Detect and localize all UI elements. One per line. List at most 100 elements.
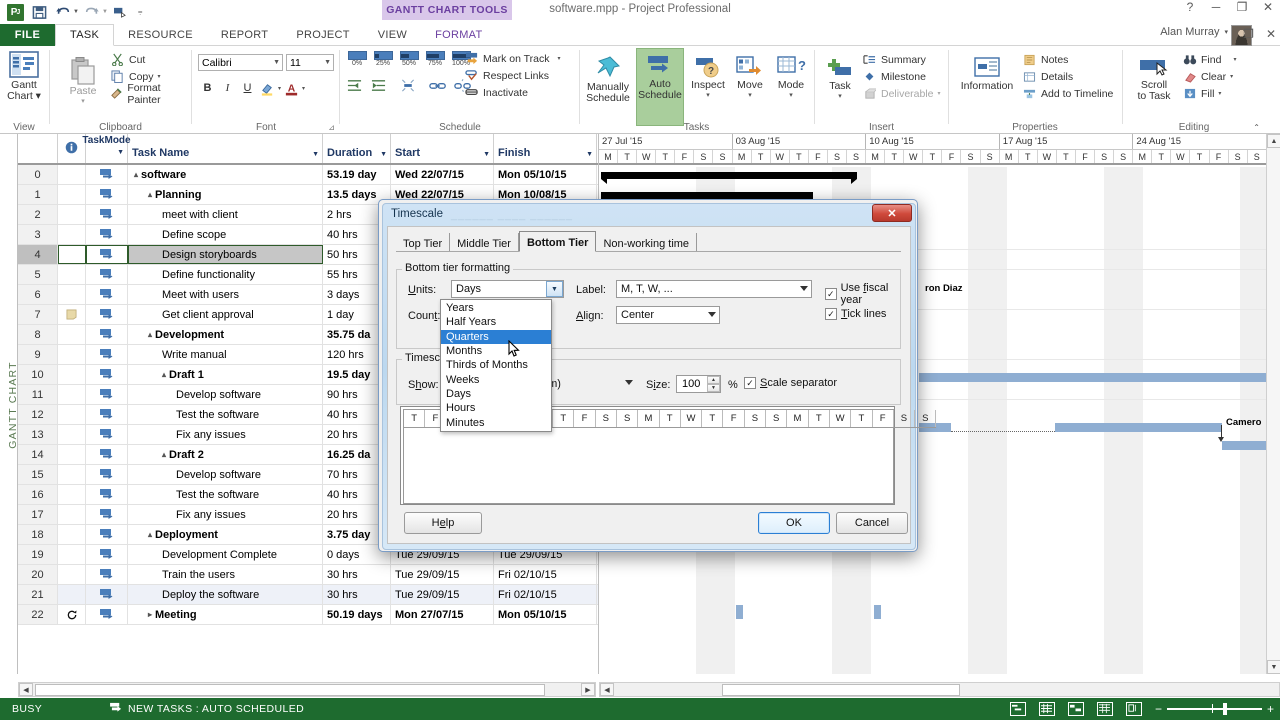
row-task-name[interactable]: Development Complete (128, 545, 323, 564)
deliverable-button[interactable]: Deliverable ▾ (862, 85, 941, 102)
scroll-to-task-button[interactable]: Scroll to Task (1130, 52, 1178, 102)
scale-separator-checkbox[interactable]: ✓ Scale separator (744, 377, 837, 389)
cut-button[interactable]: Cut (110, 51, 189, 68)
collapse-ribbon-icon[interactable]: ⌃ (1253, 123, 1260, 132)
row-task-mode[interactable] (86, 405, 128, 424)
hscroll-thumb[interactable] (35, 683, 545, 696)
row-finish[interactable]: Fri 02/10/15 (494, 565, 597, 584)
window-controls-doc[interactable]: ❐ ✕ (1243, 27, 1276, 41)
units-option[interactable]: Quarters (441, 329, 551, 344)
row-indicator[interactable] (58, 285, 86, 304)
font-size-combo[interactable]: 11 ▼ (286, 54, 334, 71)
collapse-icon[interactable] (400, 78, 416, 96)
row-id[interactable]: 15 (18, 465, 58, 484)
row-task-name[interactable]: ▴ software (128, 165, 323, 184)
recurring-bar-1[interactable] (736, 605, 743, 619)
table-row[interactable]: 21 Deploy the software 30 hrs Tue 29/09/15 F… (18, 585, 598, 605)
row-task-name[interactable]: Train the users (128, 565, 323, 584)
row-indicator[interactable] (58, 605, 86, 624)
row-task-name[interactable]: Deploy the software (128, 585, 323, 604)
row-task-mode[interactable] (86, 165, 128, 184)
row-task-mode[interactable] (86, 485, 128, 504)
row-start[interactable]: Wed 22/07/15 (391, 165, 494, 184)
inspect-button[interactable]: ? Inspect ▾ (687, 50, 729, 99)
row-task-mode[interactable] (86, 245, 128, 264)
window-controls-top[interactable]: ? ─ ❐ ✕ (1182, 0, 1276, 14)
pct-75-button[interactable]: 75% (424, 51, 446, 67)
cancel-button[interactable]: Cancel (836, 512, 908, 534)
row-task-mode[interactable] (86, 305, 128, 324)
size-spin-buttons[interactable]: ▲ ▼ (707, 376, 720, 392)
th-duration[interactable]: Duration ▼ (323, 134, 391, 163)
pct-0-button[interactable]: 0% (346, 51, 368, 67)
row-id[interactable]: 11 (18, 385, 58, 404)
pct-25-button[interactable]: 25% (372, 51, 394, 67)
zoom-slider[interactable]: − + (1155, 702, 1274, 716)
row-start[interactable]: Mon 27/07/15 (391, 605, 494, 624)
close-doc-icon[interactable]: ✕ (1266, 27, 1276, 41)
row-duration[interactable]: 30 hrs (323, 585, 391, 604)
task-usage-icon[interactable] (1038, 702, 1055, 716)
row-task-name[interactable]: Get client approval (128, 305, 323, 324)
tab-file[interactable]: FILE (0, 24, 55, 46)
gantt-hscrollbar[interactable]: ◀ (599, 682, 1280, 697)
row-task-mode[interactable] (86, 565, 128, 584)
row-indicator[interactable] (58, 325, 86, 344)
row-id[interactable]: 14 (18, 445, 58, 464)
tick-lines-checkbox[interactable]: ✓ Tick lines (825, 308, 886, 320)
units-option[interactable]: Weeks (441, 372, 551, 386)
row-task-mode[interactable] (86, 225, 128, 244)
th-finish[interactable]: Finish ▼ (494, 134, 597, 163)
align-dropdown-icon[interactable] (708, 312, 716, 317)
link-tasks-icon[interactable] (429, 78, 447, 96)
outline-toggle-icon[interactable]: ▸ (148, 610, 152, 619)
mark-on-track-button[interactable]: Mark on Track ▾ (464, 50, 561, 67)
tab-project[interactable]: PROJECT (282, 24, 363, 46)
row-indicator[interactable] (58, 165, 86, 184)
summary-bar-software[interactable] (601, 172, 857, 184)
label-dropdown-icon[interactable] (800, 286, 808, 291)
row-id[interactable]: 6 (18, 285, 58, 304)
row-task-name[interactable]: Write manual (128, 345, 323, 364)
row-task-name[interactable]: Develop software (128, 385, 323, 404)
manually-schedule-button[interactable]: Manually Schedule (582, 50, 634, 104)
row-indicator[interactable] (58, 405, 86, 424)
task-bar-a[interactable] (919, 373, 1267, 382)
table-row[interactable]: 0 ▴ software 53.19 day Wed 22/07/15 Mon 05/10… (18, 165, 598, 185)
row-id[interactable]: 9 (18, 345, 58, 364)
table-row[interactable]: 22 ▸ Meeting 50.19 days Mon 27/07/15 Mon 05/1… (18, 605, 598, 625)
scroll-up-arrow[interactable]: ▲ (1267, 134, 1280, 148)
outline-toggle-icon[interactable]: ▴ (148, 190, 152, 199)
row-indicator[interactable] (58, 265, 86, 284)
highlight-dropdown-icon[interactable]: ▾ (278, 85, 281, 92)
row-start[interactable]: Tue 29/09/15 (391, 565, 494, 584)
row-task-mode[interactable] (86, 265, 128, 284)
custom-toolbar-icon[interactable] (110, 1, 132, 23)
units-dropdown-list[interactable]: Years Half Years Quarters Months Thirds of M… (440, 299, 552, 432)
zoom-thumb[interactable] (1222, 703, 1227, 716)
row-indicator[interactable] (58, 485, 86, 504)
row-task-name[interactable]: Define functionality (128, 265, 323, 284)
outline-toggle-icon[interactable]: ▴ (148, 530, 152, 539)
size-spin-down[interactable]: ▼ (707, 384, 720, 392)
row-task-name[interactable]: Test the software (128, 405, 323, 424)
size-spinner[interactable]: 100 ▲ ▼ (676, 375, 721, 393)
hscroll-left-arrow[interactable]: ◀ (19, 683, 33, 696)
units-option[interactable]: Months (441, 344, 551, 358)
dialog-close-button[interactable]: ✕ (872, 204, 912, 222)
row-task-name[interactable]: Develop software (128, 465, 323, 484)
units-option[interactable]: Minutes (441, 415, 551, 429)
units-dropdown-icon[interactable]: ▼ (546, 281, 563, 297)
row-task-mode[interactable] (86, 285, 128, 304)
notes-button[interactable]: Notes (1022, 51, 1113, 68)
task-bar-c[interactable] (1055, 423, 1222, 432)
th-task-mode[interactable]: Task Mode ▼ (82, 134, 131, 163)
row-id[interactable]: 7 (18, 305, 58, 324)
use-fiscal-year-checkbox[interactable]: ✓ Use fiscal year (825, 282, 910, 306)
row-task-mode[interactable] (86, 345, 128, 364)
reports-icon[interactable] (1125, 702, 1142, 716)
show-dropdown-icon[interactable] (625, 380, 633, 385)
scroll-down-arrow[interactable]: ▼ (1267, 660, 1280, 674)
inactivate-button[interactable]: Inactivate (464, 84, 561, 101)
tab-task[interactable]: TASK (55, 24, 115, 46)
